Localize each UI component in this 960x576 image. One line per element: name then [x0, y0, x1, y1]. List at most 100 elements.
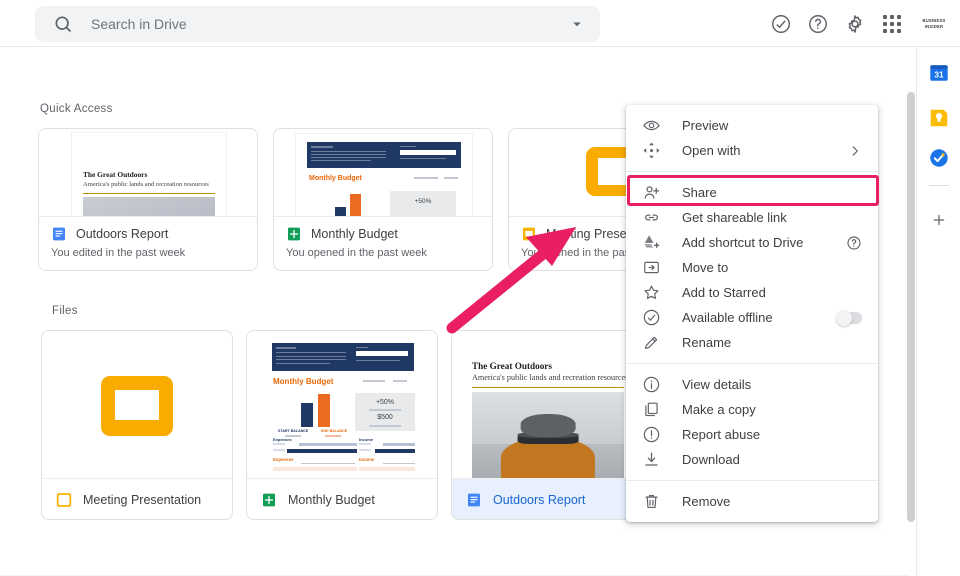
menu-item-label: Download	[682, 452, 740, 467]
menu-item-preview[interactable]: Preview	[626, 113, 878, 138]
file-card-name: Meeting Presentation	[83, 492, 202, 507]
available-offline-toggle[interactable]	[836, 309, 862, 326]
search-input[interactable]	[91, 16, 568, 32]
drive-add-icon	[644, 235, 660, 248]
thumb-col-expenses: Expenses	[273, 437, 292, 442]
menu-item-trailing[interactable]	[846, 235, 862, 251]
google-sheets-icon	[288, 227, 300, 241]
quick-access-thumbnail: The Great Outdoors America's public land…	[39, 129, 257, 216]
menu-item-label: Preview	[682, 118, 729, 133]
file-card-footer: Outdoors Report	[452, 478, 642, 519]
move-to-folder-icon	[644, 261, 659, 274]
quick-access-label: Quick Access	[40, 103, 113, 115]
trash-icon	[645, 495, 658, 509]
google-docs-icon	[468, 493, 480, 506]
thumb-heading: The Great Outdoors	[472, 361, 552, 371]
thumb-bar-left-label: START BALANCE	[278, 429, 309, 433]
google-apps-grid-icon[interactable]	[881, 13, 903, 35]
quick-access-card-footer: Monthly Budget You opened in the past we…	[274, 216, 492, 270]
thumb-subheading: America's public lands and recreation re…	[472, 373, 629, 382]
menu-item-add-shortcut-to-drive[interactable]: Add shortcut to Drive	[626, 230, 878, 255]
context-menu: Preview Open with Share Get shareable li…	[626, 105, 878, 522]
details-info-icon	[643, 376, 660, 393]
quick-access-card-outdoors-report[interactable]: The Great Outdoors America's public land…	[38, 128, 258, 271]
menu-item-share[interactable]: Share	[626, 180, 878, 205]
menu-item-label: Share	[682, 185, 717, 200]
avatar[interactable]: BUSINESS INSIDER	[918, 7, 950, 40]
thumb-bar-right-label: END BALANCE	[321, 429, 348, 433]
thumb-title: Monthly Budget	[309, 175, 362, 182]
google-slides-thumbnail-icon	[101, 376, 173, 436]
search-box[interactable]	[35, 6, 600, 42]
help-icon[interactable]	[846, 235, 862, 251]
menu-item-report-abuse[interactable]: Report abuse	[626, 422, 878, 447]
preview-eye-icon	[643, 120, 660, 131]
thumb-col-income: Income	[359, 437, 374, 442]
add-app-plus-icon[interactable]	[931, 212, 947, 228]
menu-item-label: Rename	[682, 335, 732, 350]
search-icon	[55, 16, 72, 33]
search-options-chevron-down-icon[interactable]	[568, 15, 586, 33]
svg-text:31: 31	[934, 70, 944, 79]
menu-item-label: Make a copy	[682, 402, 756, 417]
menu-item-label: View details	[682, 377, 752, 392]
menu-item-move-to[interactable]: Move to	[626, 255, 878, 280]
support-check-icon[interactable]	[770, 13, 792, 35]
chevron-right-icon	[852, 145, 858, 156]
menu-item-add-to-starred[interactable]: Add to Starred	[626, 280, 878, 305]
thumb-photo	[472, 392, 624, 478]
file-card-footer: Monthly Budget	[247, 478, 437, 519]
file-card-name: Outdoors Report	[493, 492, 586, 507]
menu-item-available-offline[interactable]: Available offline	[626, 305, 878, 330]
top-right-actions: BUSINESS INSIDER	[770, 0, 950, 47]
file-card-outdoors-report[interactable]: The Great Outdoors America's public land…	[451, 330, 643, 520]
menu-item-make-a-copy[interactable]: Make a copy	[626, 397, 878, 422]
drive-toolbar: My Drive	[0, 47, 960, 137]
quick-access-card-footer: Outdoors Report You edited in the past w…	[39, 216, 257, 270]
thumb-stat-amount: $500	[377, 414, 393, 421]
help-icon[interactable]	[807, 13, 829, 35]
menu-item-get-shareable-link[interactable]: Get shareable link	[626, 205, 878, 230]
star-icon	[644, 285, 659, 299]
avatar-line-2: INSIDER	[924, 23, 944, 29]
menu-separator	[626, 480, 878, 481]
menu-item-download[interactable]: Download	[626, 447, 878, 472]
menu-item-label: Add shortcut to Drive	[682, 235, 804, 250]
menu-item-view-details[interactable]: View details	[626, 372, 878, 397]
menu-item-open-with[interactable]: Open with	[626, 138, 878, 163]
scrollbar-thumb[interactable]	[907, 92, 915, 522]
menu-item-label: Report abuse	[682, 427, 761, 442]
menu-item-label: Open with	[682, 143, 741, 158]
report-abuse-icon	[643, 426, 660, 443]
file-thumbnail	[42, 331, 232, 478]
quick-access-card-monthly-budget[interactable]: Monthly Budget +50% Monthly Budget You o…	[273, 128, 493, 271]
thumb-heading: The Great Outdoors	[83, 170, 148, 179]
google-slides-icon	[56, 492, 72, 507]
copy-icon	[645, 402, 658, 417]
thumb-title: Monthly Budget	[273, 377, 334, 386]
quick-access-card-subtitle: You opened in the past week	[286, 247, 427, 259]
menu-item-remove[interactable]: Remove	[626, 489, 878, 514]
file-card-monthly-budget[interactable]: Monthly Budget START BALANCE END BALANCE…	[246, 330, 438, 520]
file-card-meeting-presentation[interactable]: Meeting Presentation	[41, 330, 233, 520]
google-calendar-icon[interactable]: 31	[928, 62, 950, 84]
main-scrollbar[interactable]	[907, 92, 915, 576]
menu-item-rename[interactable]: Rename	[626, 330, 878, 355]
offline-check-icon	[643, 309, 660, 326]
quick-access-card-name: Outdoors Report	[76, 227, 169, 241]
file-card-footer: Meeting Presentation	[42, 478, 232, 519]
files-label: Files	[52, 305, 78, 317]
link-icon	[645, 214, 658, 221]
drive-app-window: BUSINESS INSIDER My Drive	[0, 0, 960, 576]
google-docs-icon	[53, 227, 65, 241]
file-thumbnail: Monthly Budget START BALANCE END BALANCE…	[247, 331, 437, 478]
google-sheets-icon	[263, 493, 275, 506]
settings-gear-icon[interactable]	[844, 13, 866, 35]
google-keep-icon[interactable]	[928, 107, 950, 129]
thumb-subheading: America's public lands and recreation re…	[83, 181, 209, 188]
google-slides-icon	[523, 227, 535, 241]
menu-item-trailing[interactable]	[836, 309, 862, 326]
google-tasks-icon[interactable]	[928, 147, 950, 169]
menu-separator	[626, 363, 878, 364]
menu-item-label: Remove	[682, 494, 731, 509]
